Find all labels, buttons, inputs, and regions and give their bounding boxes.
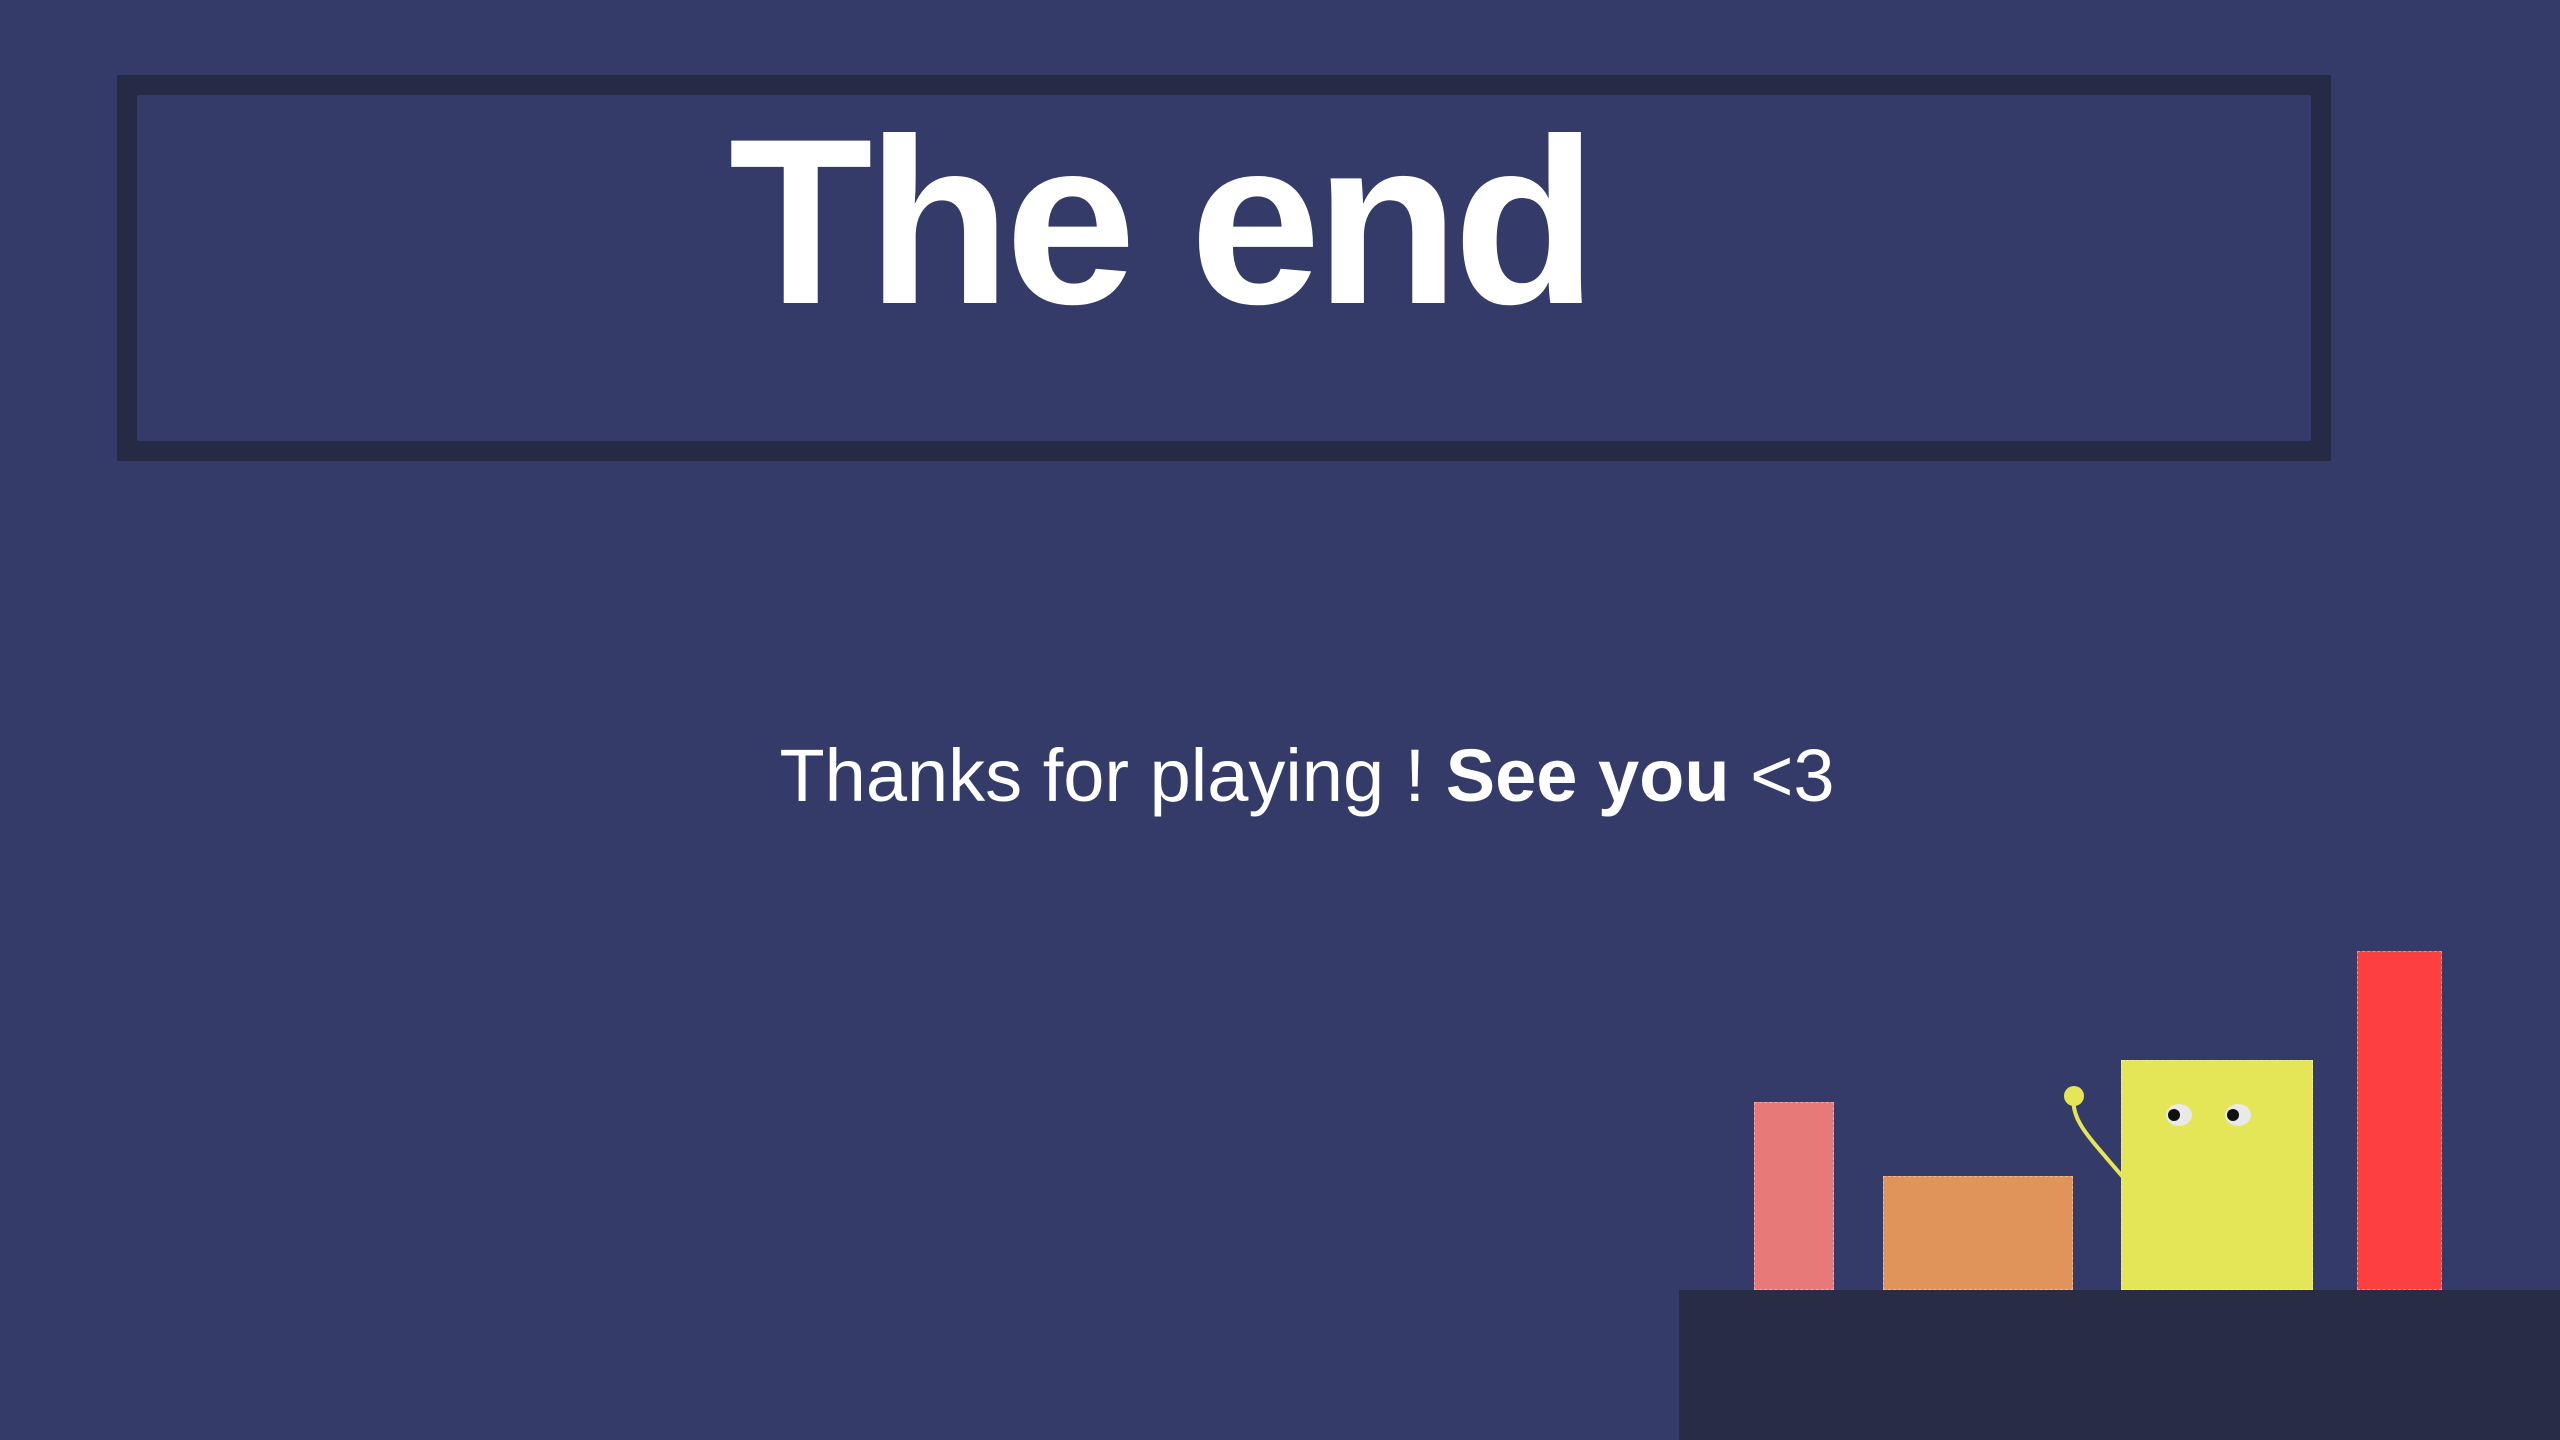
yellow-character-block (2121, 1060, 2313, 1290)
ground-platform (1679, 1290, 2560, 1440)
end-title: The end (728, 90, 1598, 354)
see-you-text: See you (1445, 734, 1730, 817)
thanks-message: Thanks for playing ! See you <3 (0, 739, 2560, 813)
pink-block (1754, 1102, 1834, 1290)
waving-arm-icon (2064, 1086, 2124, 1178)
right-eye-icon (2225, 1104, 2251, 1126)
left-eye-icon (2166, 1104, 2192, 1126)
orange-block (1883, 1176, 2073, 1290)
heart-text: <3 (1729, 734, 1835, 817)
thanks-text: Thanks for playing ! (779, 734, 1446, 817)
game-end-screen: The end Thanks for playing ! See you <3 (0, 0, 2560, 1440)
red-block (2357, 951, 2442, 1290)
